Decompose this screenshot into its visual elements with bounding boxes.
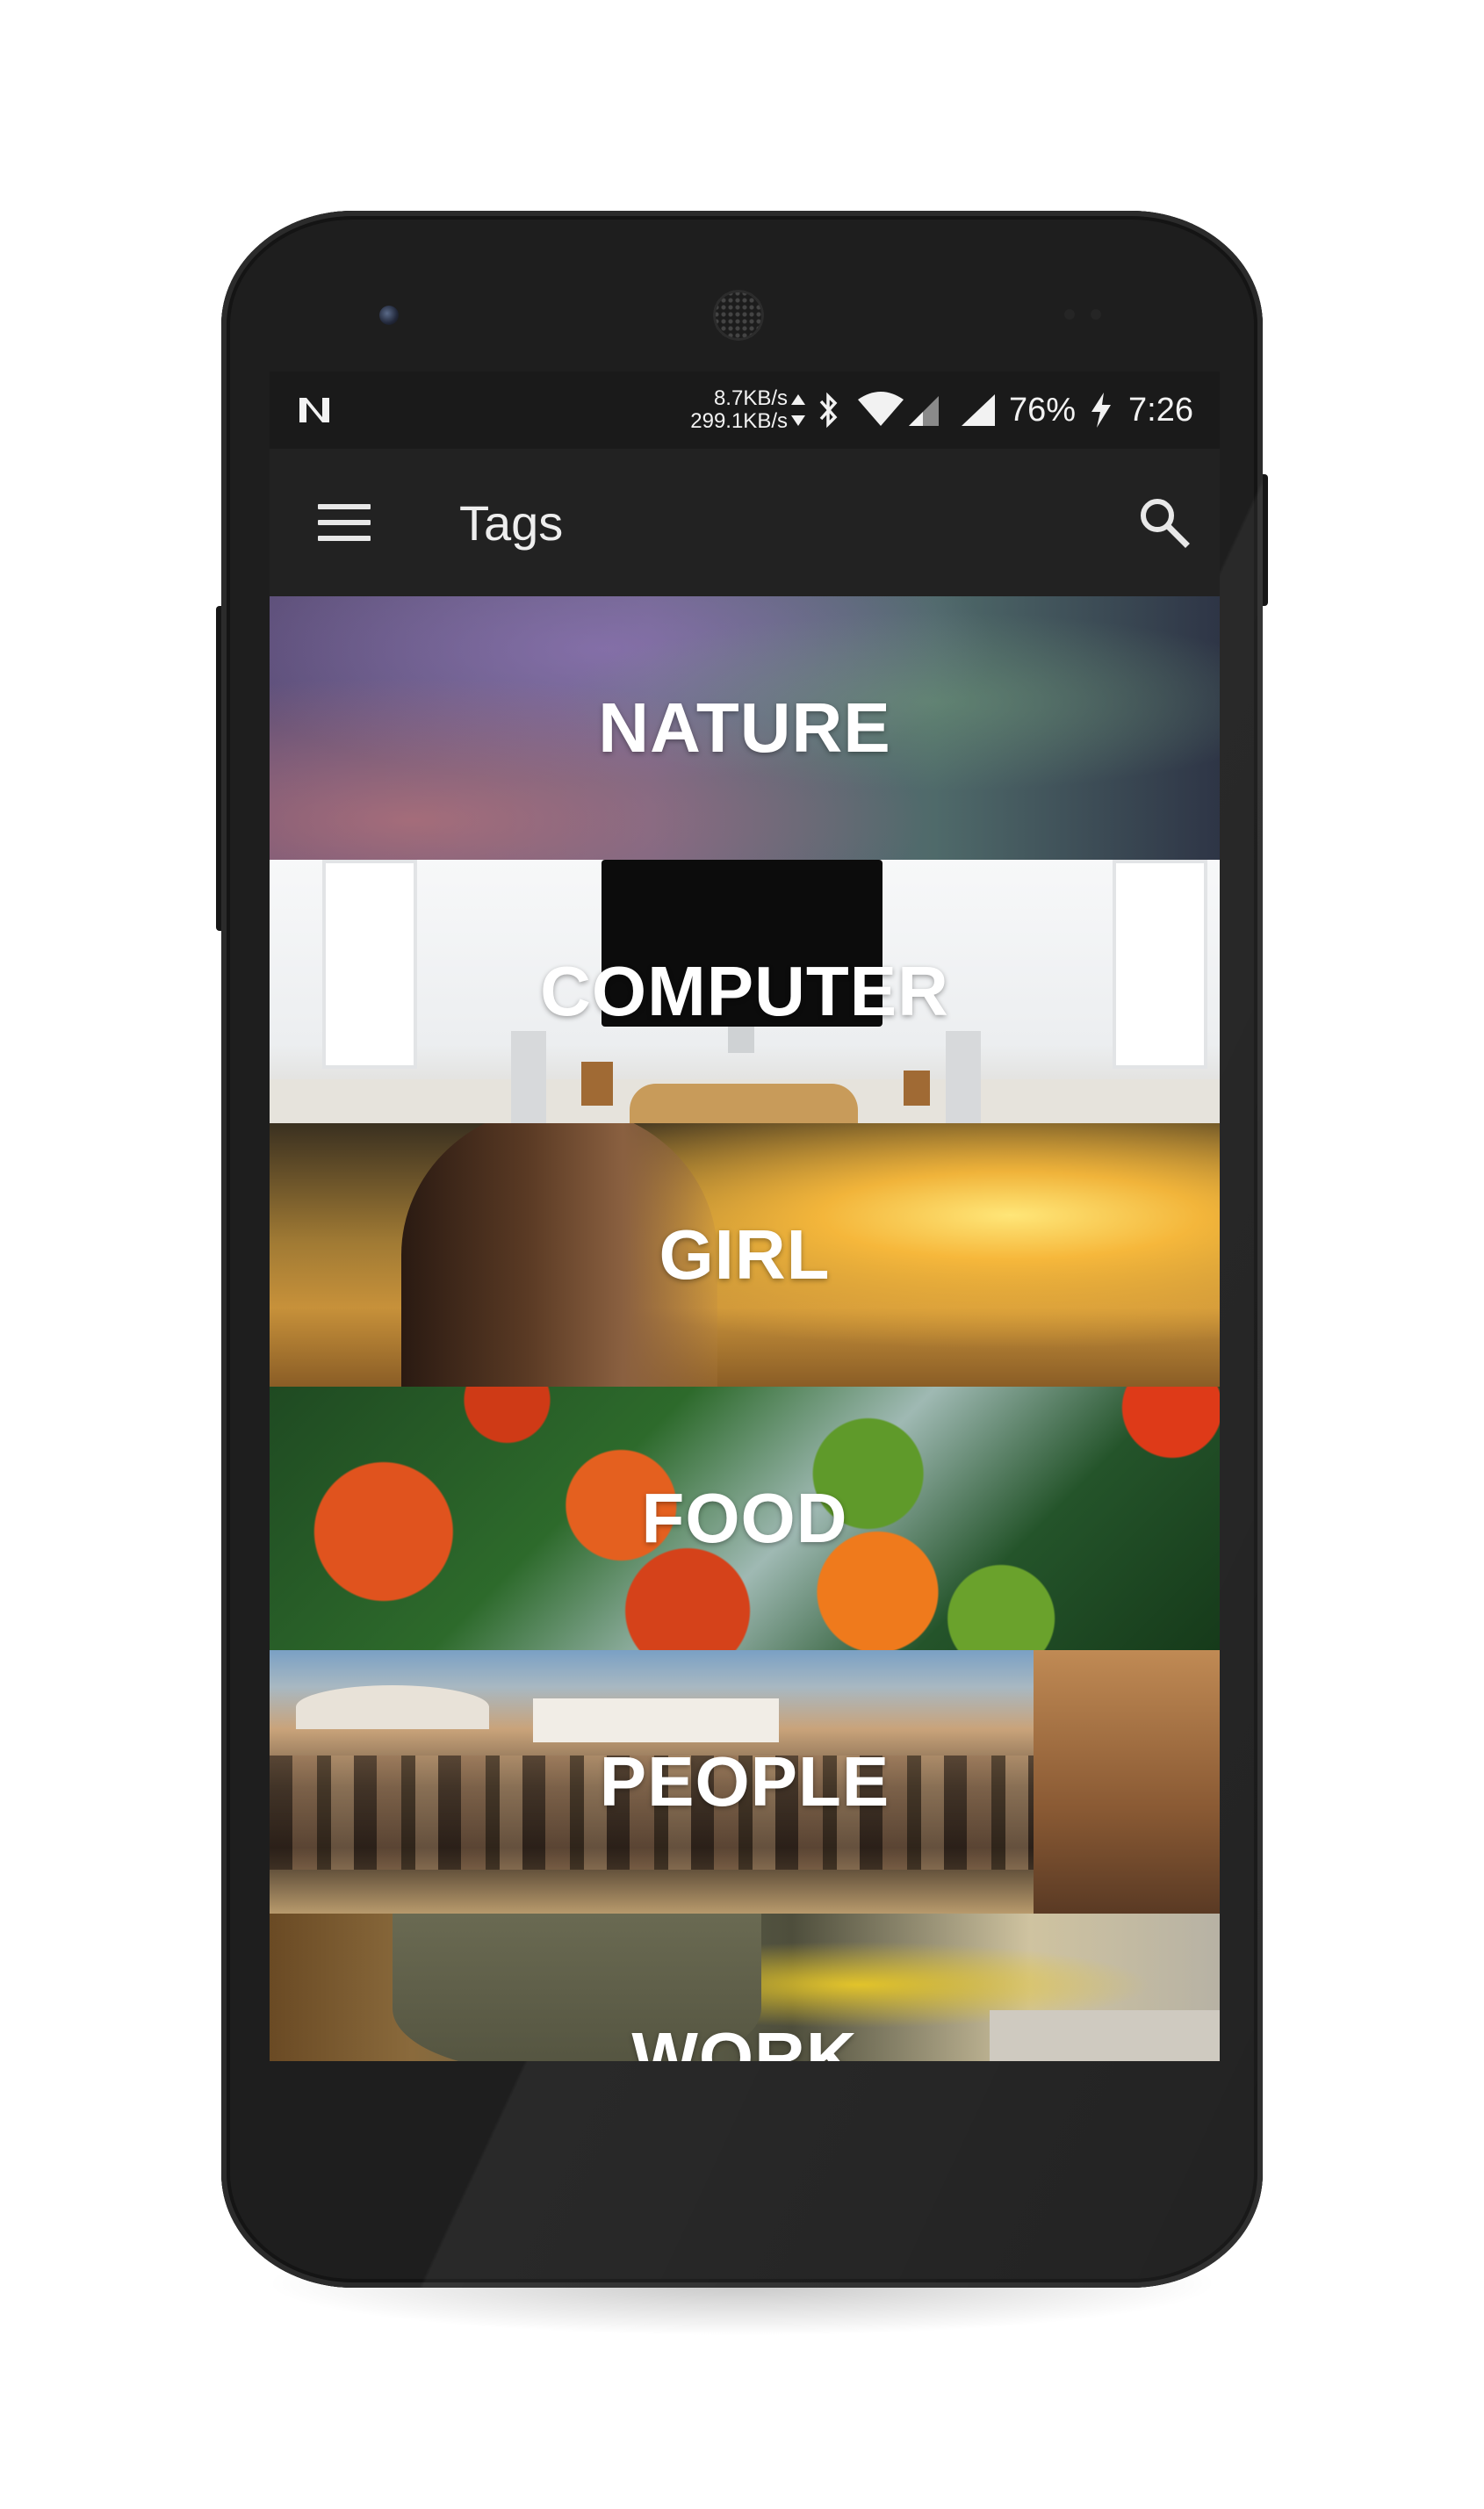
tag-list: NATURE COMPUTER GIRL FOOD PEOPLE WORK [270,596,1220,2061]
network-speed: 8.7KB/s 299.1KB/s [656,371,788,449]
cell-signal-icon [958,371,997,449]
wifi-icon [856,371,905,449]
screen: 8.7KB/s 299.1KB/s 76% 7:26 Tags NATURE C… [270,371,1220,2061]
battery-percent: 76% [1009,391,1077,429]
front-camera [379,306,399,325]
tag-card-nature[interactable]: NATURE [270,596,1220,860]
bluetooth-icon [816,371,842,449]
tag-label: FOOD [641,1479,848,1557]
n-notification-icon [296,371,335,449]
cell-signal-icon [905,371,940,449]
app-toolbar: Tags [270,449,1220,596]
tag-card-girl[interactable]: GIRL [270,1123,1220,1387]
download-speed: 8.7KB/s [713,386,788,410]
page-title: Tags [459,494,564,551]
status-bar: 8.7KB/s 299.1KB/s 76% 7:26 [270,371,1220,449]
hamburger-menu-icon[interactable] [318,499,371,546]
charging-bolt-icon [1088,371,1114,449]
tag-label: WORK [631,2018,858,2061]
tag-label: NATURE [598,689,891,767]
proximity-sensor [1064,309,1075,320]
light-sensor [1091,309,1101,320]
tag-card-computer[interactable]: COMPUTER [270,860,1220,1123]
data-arrows-icon [789,371,807,449]
phone-frame: 8.7KB/s 299.1KB/s 76% 7:26 Tags NATURE C… [221,211,1263,2288]
tag-label: COMPUTER [540,952,949,1030]
tag-label: PEOPLE [599,1742,890,1820]
tag-card-people[interactable]: PEOPLE [270,1650,1220,1914]
earpiece-speaker [713,290,764,341]
tag-card-food[interactable]: FOOD [270,1387,1220,1650]
clock: 7:26 [1128,391,1193,429]
search-icon[interactable] [1135,493,1192,551]
upload-speed: 299.1KB/s [690,409,788,433]
tag-label: GIRL [659,1215,831,1294]
tag-card-work[interactable]: WORK [270,1914,1220,2061]
